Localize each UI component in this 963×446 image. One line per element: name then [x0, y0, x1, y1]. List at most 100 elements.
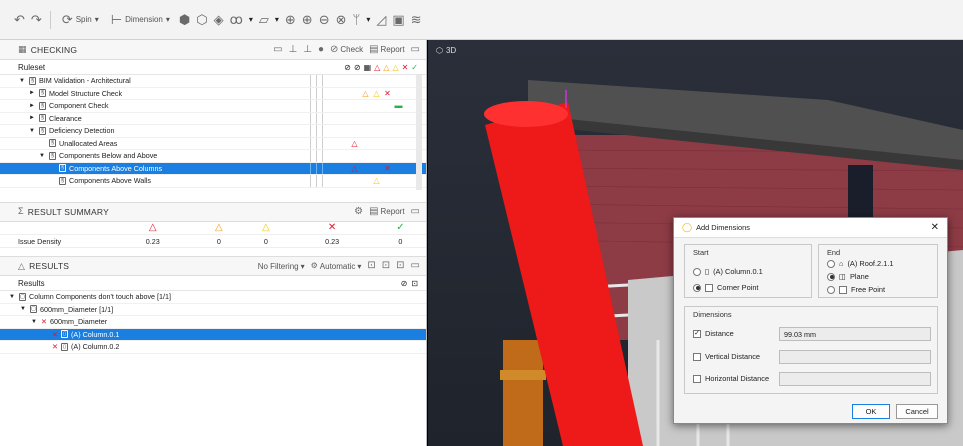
model-layers-icon[interactable]: ⬡ — [196, 13, 207, 26]
caret-down-icon[interactable]: ▼ — [38, 153, 46, 159]
chevron-down-icon[interactable]: ▾ — [249, 15, 253, 24]
tri-orange-icon: △ — [362, 88, 369, 98]
chevron-down-icon: ▾ — [300, 261, 305, 271]
horizontal-distance-option[interactable]: Horizontal Distance — [693, 374, 769, 383]
major-icon: △ — [383, 62, 390, 72]
filter-dropdown[interactable]: No Filtering ▾ — [258, 262, 305, 271]
measure-icon[interactable]: ◿ — [376, 13, 386, 26]
vertical-distance-option[interactable]: Vertical Distance — [693, 352, 760, 361]
ruleset-row[interactable]: ▼ § Components Below and Above — [0, 150, 426, 163]
report-button[interactable]: ▤ Report — [369, 44, 404, 55]
radio-button[interactable] — [827, 285, 835, 294]
caret-down-icon[interactable]: ▼ — [28, 128, 36, 134]
end-option-free[interactable]: Free Point — [827, 285, 885, 294]
horizontal-distance-checkbox[interactable] — [693, 374, 701, 383]
box-icon[interactable]: ◈ — [214, 13, 224, 26]
end-option-roof[interactable]: ⌂ (A) Roof.2.1.1 — [827, 259, 893, 268]
critical-icon: △ — [374, 62, 381, 72]
summary-report-button[interactable]: ▤ Report — [369, 206, 404, 217]
minor-icon: △ — [262, 222, 270, 234]
start-option-corner[interactable]: Corner Point — [693, 283, 759, 292]
ruleset-scrollbar[interactable] — [416, 75, 422, 190]
chevron-down-icon[interactable]: ▾ — [275, 15, 279, 24]
radio-button[interactable] — [827, 259, 835, 268]
radio-button[interactable] — [693, 267, 701, 276]
import-icon[interactable]: ⊥ — [289, 44, 298, 55]
radio-button[interactable] — [827, 272, 835, 281]
distance-option[interactable]: ✓ Distance — [693, 329, 734, 338]
collapse-icon[interactable]: ⊡ — [382, 261, 390, 271]
ruleset-row[interactable]: ▼ § Deficiency Detection — [0, 125, 426, 138]
results-row[interactable]: ▼ ▢ 600mm_Diameter [1/1] — [0, 304, 426, 316]
maximize-icon[interactable]: ▭ — [411, 44, 420, 55]
ruleset-rows: ▼ § BIM Validation - Architectural ► § Model … — [0, 75, 426, 188]
distance-field[interactable]: 99.03 mm — [779, 327, 931, 341]
results-row-label: Column Components don't touch above [1/1… — [29, 292, 172, 302]
maximize-icon[interactable]: ▭ — [411, 261, 420, 271]
check-label: Check — [340, 45, 364, 54]
layers-icon[interactable]: ≋ — [411, 13, 422, 26]
end-group: End ⌂ (A) Roof.2.1.1 ◫ Plane Free Point — [818, 244, 938, 298]
ruleset-row[interactable]: § Unallocated Areas △ — [0, 137, 426, 150]
caret-right-icon[interactable]: ► — [28, 103, 36, 109]
ruleset-row[interactable]: § Components Above Walls △ — [0, 175, 426, 188]
end-option-plane[interactable]: ◫ Plane — [827, 272, 869, 281]
undo-icon[interactable]: ↶ — [14, 13, 25, 26]
chevron-down-icon[interactable]: ▾ — [366, 15, 370, 24]
hide-icon[interactable]: ꝏ — [230, 13, 243, 26]
horizontal-distance-field[interactable] — [779, 372, 931, 386]
zoom-selection-icon[interactable]: ⊗ — [336, 13, 347, 26]
summary-value: 0 — [374, 234, 426, 248]
ruleset-row[interactable]: ► § Component Check ▬ — [0, 100, 426, 113]
maximize-icon[interactable]: ▭ — [411, 206, 420, 217]
check-button[interactable]: ⊘ Check — [330, 44, 364, 55]
start-option-column[interactable]: ▯ (A) Column.0.1 — [693, 267, 763, 276]
axes-icon[interactable]: ᛘ — [353, 13, 361, 26]
redo-icon[interactable]: ↷ — [31, 13, 42, 26]
ruleset-row[interactable]: ► § Clearance — [0, 112, 426, 125]
ok-button[interactable]: OK — [852, 404, 890, 419]
ruleset-row[interactable]: ▼ § BIM Validation - Architectural — [0, 75, 426, 88]
zoom-out-icon[interactable]: ⊖ — [319, 13, 330, 26]
caret-right-icon[interactable]: ► — [28, 90, 36, 96]
vertical-distance-checkbox[interactable] — [693, 352, 701, 361]
distance-checkbox[interactable]: ✓ — [693, 329, 701, 338]
record-icon[interactable]: ● — [318, 44, 324, 55]
results-row[interactable]: ✕ ▯ (A) Column.0.1 — [0, 328, 426, 341]
radio-button[interactable] — [693, 283, 701, 292]
results-title: RESULTS — [29, 261, 70, 271]
settings-icon[interactable]: ⚙ — [354, 206, 363, 217]
minor-icon: △ — [392, 62, 399, 72]
zoom-fit-icon[interactable]: ⊕ — [285, 13, 296, 26]
caret-down-icon[interactable]: ▼ — [8, 294, 16, 300]
results-row-label: (A) Column.0.1 — [71, 329, 120, 339]
results-row[interactable]: ✕ ▯ (A) Column.0.2 — [0, 341, 426, 354]
dialog-title: Add Dimensions — [696, 223, 750, 232]
ruleset-row[interactable]: § Components Above Columns △ ✕ — [0, 162, 426, 175]
capture-icon[interactable]: ▣ — [392, 13, 404, 26]
start-option-label: (A) Column.0.1 — [713, 267, 763, 276]
results-row[interactable]: ▼ ✕ 600mm_Diameter — [0, 316, 426, 329]
group-icon[interactable]: ⊡ — [396, 261, 404, 271]
expand-icon[interactable]: ⊡ — [367, 261, 375, 271]
cancel-button[interactable]: Cancel — [896, 404, 938, 419]
dimension-button[interactable]: ⊢ Dimension ▾ — [108, 9, 173, 31]
caret-down-icon[interactable]: ▼ — [18, 78, 26, 84]
automatic-dropdown[interactable]: ⚙ Automatic ▾ — [311, 262, 362, 271]
vertical-distance-field[interactable] — [779, 350, 931, 364]
spin-button[interactable]: ⟳ Spin ▾ — [59, 9, 102, 31]
close-icon[interactable]: ✕ — [931, 222, 939, 233]
caret-down-icon[interactable]: ▼ — [19, 306, 27, 312]
section-plane-icon[interactable]: ▱ — [259, 13, 269, 26]
gear-icon: ⚙ — [310, 261, 318, 270]
open-icon[interactable]: ▭ — [273, 44, 282, 55]
zoom-in-icon[interactable]: ⊕ — [302, 13, 313, 26]
ruleset-row[interactable]: ► § Model Structure Check △ △ ✕ — [0, 87, 426, 100]
results-row[interactable]: ▼ ▢ Column Components don't touch above [1… — [0, 291, 426, 304]
link-icon: ⊘ — [353, 62, 361, 72]
summary-table: △ △ △ ✕ ✓ Issue Density 0.23 0 0 0.23 0 — [0, 221, 426, 248]
caret-down-icon[interactable]: ▼ — [30, 319, 38, 325]
caret-right-icon[interactable]: ► — [28, 115, 36, 121]
model-view-icon[interactable]: ⬢ — [179, 13, 190, 26]
export-icon[interactable]: ⊥ — [303, 44, 312, 55]
